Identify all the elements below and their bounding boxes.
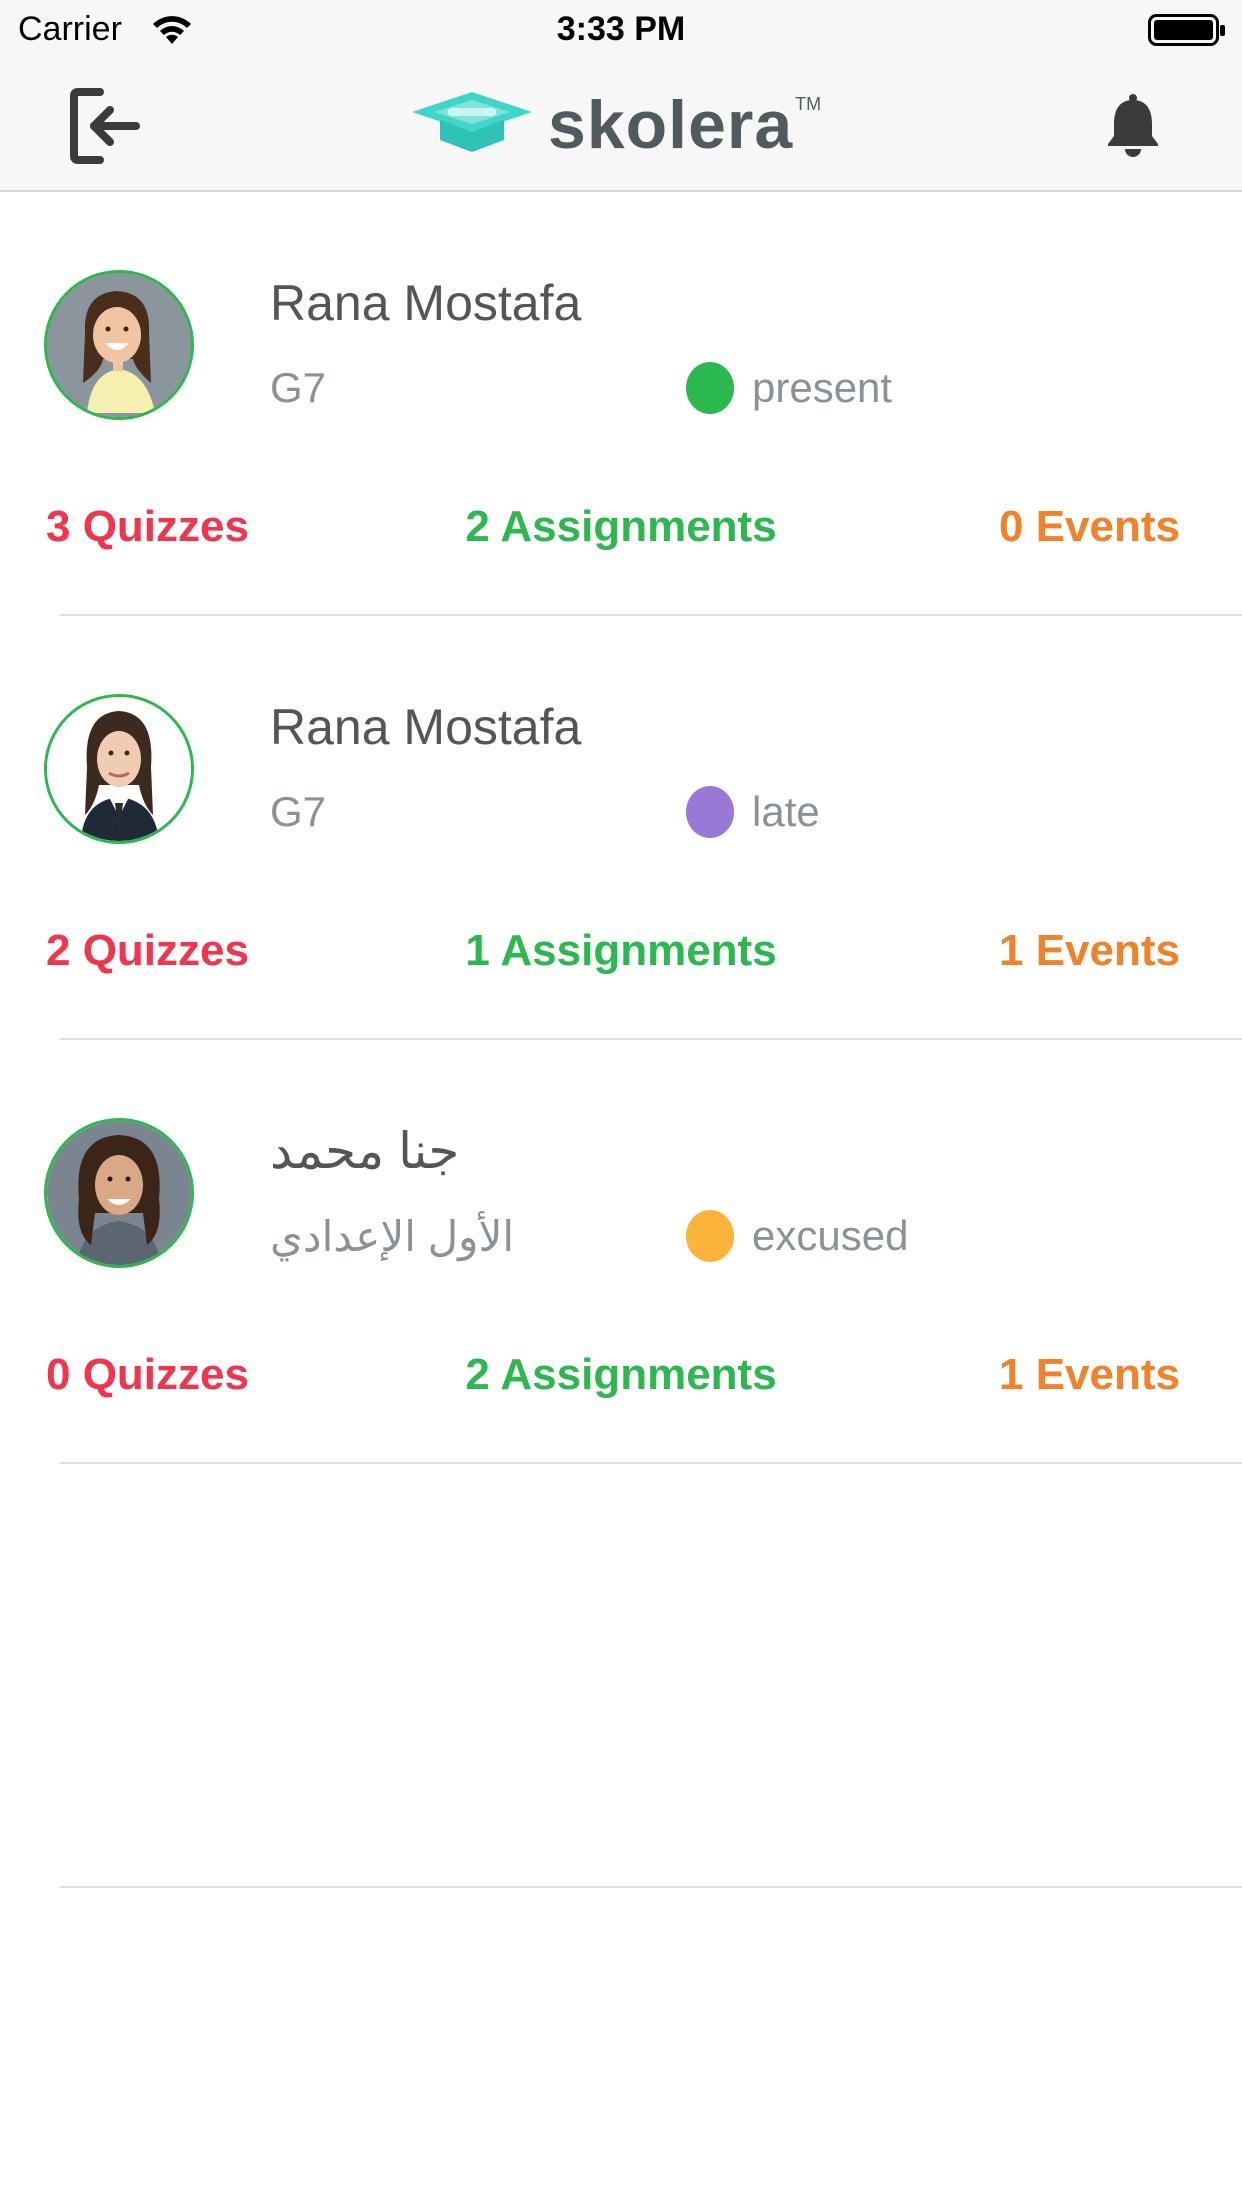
- student-grade: G7: [270, 364, 327, 411]
- status-bar: Carrier 3:33 PM: [0, 0, 1242, 60]
- attendance-status: excused: [686, 1210, 908, 1262]
- clock: 3:33 PM: [556, 10, 686, 48]
- student-grade: الأول الإعدادي: [270, 1213, 515, 1260]
- logout-button[interactable]: [70, 86, 146, 166]
- student-card[interactable]: Rana Mostafa G7 late 2 Quizzes 1 Assignm…: [0, 616, 1242, 1040]
- logout-icon: [70, 88, 140, 164]
- student-avatar: [44, 270, 194, 420]
- status-label: late: [752, 788, 820, 835]
- assignments-count[interactable]: 2 Assignments: [465, 1350, 776, 1399]
- battery-icon: [1148, 14, 1228, 53]
- quizzes-count[interactable]: 2 Quizzes: [46, 926, 249, 976]
- nav-bar: skolera TM: [0, 60, 1242, 192]
- events-count[interactable]: 0 Events: [999, 502, 1180, 552]
- divider: [60, 1886, 1242, 1888]
- status-dot: [686, 1210, 734, 1262]
- logo-trademark: TM: [795, 94, 822, 114]
- student-name: جنا محمد: [270, 1123, 460, 1179]
- student-card[interactable]: Rana Mostafa G7 present 3 Quizzes 2 Assi…: [0, 192, 1242, 616]
- student-name: Rana Mostafa: [270, 699, 582, 755]
- attendance-status: late: [686, 786, 820, 838]
- student-avatar: [44, 694, 194, 844]
- divider: [60, 1462, 1242, 1464]
- events-count[interactable]: 1 Events: [999, 1350, 1180, 1400]
- events-count[interactable]: 1 Events: [999, 926, 1180, 976]
- status-label: present: [752, 364, 893, 411]
- bell-icon: [1108, 94, 1158, 157]
- graduation-cap-icon: [412, 92, 532, 152]
- student-avatar: [44, 1118, 194, 1268]
- assignments-count[interactable]: 1 Assignments: [465, 926, 776, 975]
- student-card[interactable]: جنا محمد الأول الإعدادي excused 0 Quizze…: [0, 1040, 1242, 1464]
- status-dot: [686, 786, 734, 838]
- notifications-button[interactable]: [1104, 92, 1162, 158]
- quizzes-count[interactable]: 3 Quizzes: [46, 502, 249, 552]
- skolera-logo: skolera TM: [410, 90, 821, 160]
- quizzes-count[interactable]: 0 Quizzes: [46, 1350, 249, 1400]
- student-grade: G7: [270, 788, 327, 835]
- logo-text: skolera: [548, 87, 794, 163]
- student-name: Rana Mostafa: [270, 275, 582, 331]
- status-dot: [686, 362, 734, 414]
- attendance-status: present: [686, 362, 892, 414]
- assignments-count[interactable]: 2 Assignments: [465, 502, 776, 551]
- status-label: excused: [752, 1212, 909, 1259]
